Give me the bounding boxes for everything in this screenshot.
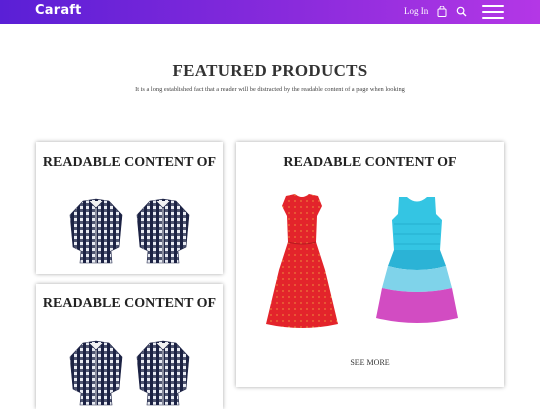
shopping-bag-icon[interactable] (437, 6, 447, 17)
hamburger-menu-icon[interactable] (482, 4, 504, 19)
ruffle-dress-image (376, 197, 458, 323)
see-more-button[interactable]: SEE MORE (236, 358, 504, 367)
red-dress-image (266, 194, 338, 328)
top-navigation-bar: Caraft Log In (0, 0, 540, 24)
featured-products-title: FEATURED PRODUCTS (172, 61, 368, 80)
product-card-title: READABLE CONTENT OF (42, 155, 217, 170)
product-card-dresses[interactable]: READABLE CONTENT OF SEE MORE (236, 142, 504, 387)
plaid-shirt-image (136, 340, 190, 406)
plaid-shirt-image (69, 198, 123, 264)
product-card-title: READABLE CONTENT OF (283, 155, 457, 170)
plaid-shirt-image (136, 198, 190, 264)
login-link[interactable]: Log In (404, 6, 428, 16)
search-icon[interactable] (456, 6, 467, 17)
product-card-shirts-2[interactable]: READABLE CONTENT OF (36, 284, 223, 409)
plaid-shirt-image (69, 340, 123, 406)
product-card-title: READABLE CONTENT OF (42, 296, 217, 311)
brand-logo[interactable]: Caraft (35, 3, 82, 18)
featured-products-subtitle: It is a long established fact that a rea… (135, 86, 405, 93)
product-card-shirts-1[interactable]: READABLE CONTENT OF (36, 142, 223, 274)
